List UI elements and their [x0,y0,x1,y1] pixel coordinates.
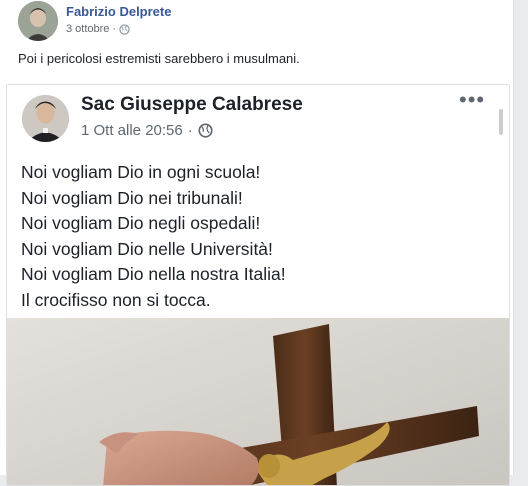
shared-post-date[interactable]: 1 Ott alle 20:56 [81,122,183,139]
post-text: Poi i pericolosi estremisti sarebbero i … [18,51,300,66]
shared-post-text: Noi vogliam Dio in ogni scuola! Noi vogl… [21,160,286,313]
shared-author-name[interactable]: Sac Giuseppe Calabrese [81,94,303,116]
scrollbar[interactable] [499,109,503,135]
more-options-icon[interactable]: ••• [459,89,485,111]
globe-icon [119,23,130,35]
shared-author-avatar[interactable] [22,95,69,142]
shared-line: Noi vogliam Dio nelle Università! [21,238,273,259]
post-meta: 3 ottobre · [66,23,130,35]
crucifix-photo[interactable] [7,318,509,486]
shared-line: Noi vogliam Dio negli ospedali! [21,213,261,233]
globe-icon [198,123,213,138]
author-avatar[interactable] [18,1,58,41]
meta-separator: · [112,23,117,35]
author-name[interactable]: Fabrizio Delprete [66,4,171,19]
shared-line: Noi vogliam Dio in ogni scuola! [21,162,261,182]
shared-post[interactable]: Sac Giuseppe Calabrese 1 Ott alle 20:56 … [6,84,510,486]
post-date[interactable]: 3 ottobre [66,23,109,35]
post-card: Fabrizio Delprete 3 ottobre · Poi i peri… [0,0,514,486]
shared-post-meta: 1 Ott alle 20:56 · [81,122,213,139]
shared-meta-separator: · [187,122,193,139]
shared-line: Noi vogliam Dio nella nostra Italia! [21,264,286,284]
shared-line: Il crocifisso non si tocca. [21,289,211,310]
shared-line: Noi vogliam Dio nei tribunali! [21,187,243,208]
